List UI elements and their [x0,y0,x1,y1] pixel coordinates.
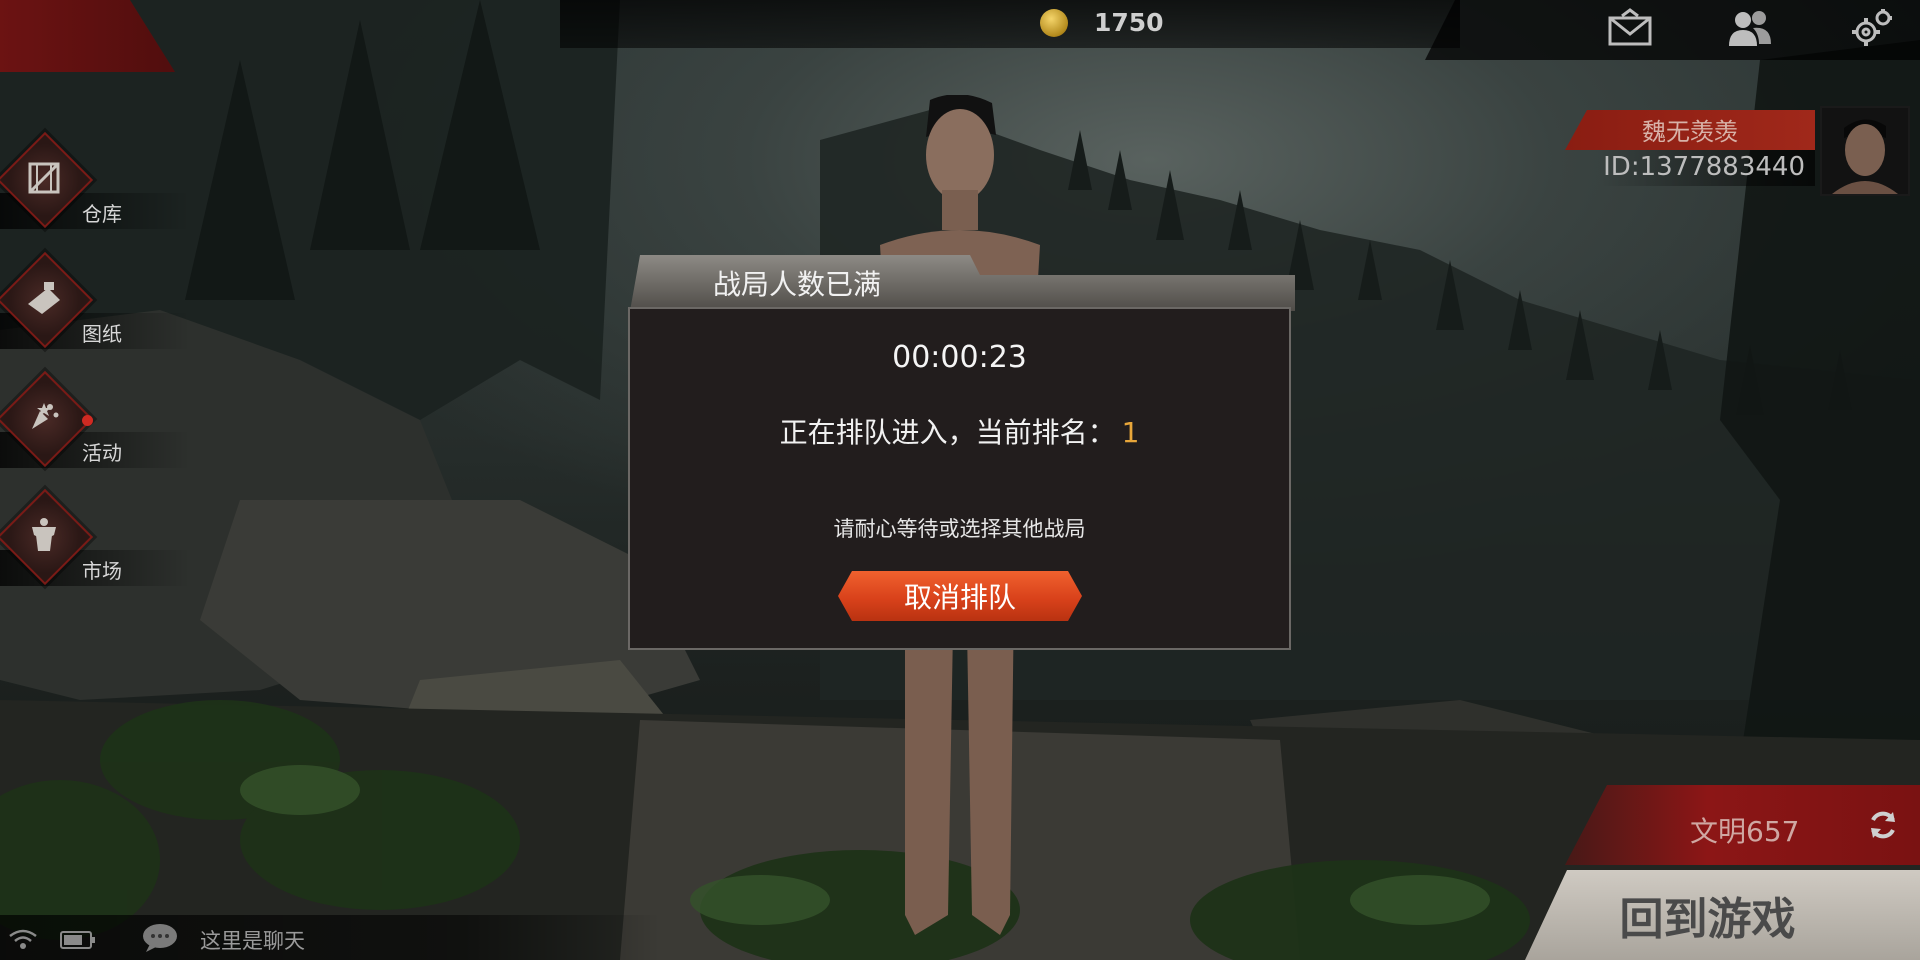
settings-icon[interactable] [1848,8,1894,48]
coin-counter: 1750 [1040,8,1164,37]
avatar[interactable] [1820,106,1910,196]
market-icon [32,518,56,551]
crate-icon [28,162,60,194]
event-icon [32,403,59,429]
chat-bar[interactable] [0,915,660,960]
chat-bubble-icon[interactable] [140,922,180,954]
menu-market[interactable]: 市场 [0,488,190,590]
menu-label-warehouse: 仓库 [82,202,122,226]
battery-icon [60,931,95,949]
blueprint-icon [28,282,60,314]
queue-status: 正在排队进入，当前排名： 1 [628,411,1291,451]
dialog-title: 战局人数已满 [713,268,882,301]
coin-amount: 1750 [1094,8,1164,37]
player-id: ID:1377883440 [1603,152,1805,182]
queue-timer: 00:00:23 [892,340,1027,375]
mail-icon[interactable] [1607,8,1653,48]
refresh-icon[interactable] [1866,808,1900,842]
civilization-value: 文明657 [1690,815,1800,848]
avatar-portrait [1822,108,1908,194]
cancel-queue-button[interactable]: 取消排队 [838,571,1082,621]
return-to-game-button[interactable]: 回到游戏 [1525,870,1920,960]
coin-icon [1040,8,1068,37]
top-right-toolbar [1425,0,1920,60]
player-name: 魏无羡羡 [1642,118,1738,146]
queue-status-text: 正在排队进入，当前排名： [779,416,1116,449]
menu-events[interactable]: 活动 [0,370,190,472]
menu-blueprint[interactable]: 图纸 [0,251,190,353]
top-bar [560,0,1460,48]
event-badge [82,415,93,426]
queue-hint: 请耐心等待或选择其他战局 [833,517,1086,541]
queue-rank: 1 [1121,416,1140,449]
friends-icon[interactable] [1727,8,1773,48]
menu-warehouse[interactable]: 仓库 [0,131,190,233]
wifi-icon [9,929,37,949]
chat-placeholder: 这里是聊天 [200,929,305,953]
menu-label-blueprint: 图纸 [82,322,122,346]
menu-label-market: 市场 [82,559,122,583]
menu-label-events: 活动 [82,441,122,465]
